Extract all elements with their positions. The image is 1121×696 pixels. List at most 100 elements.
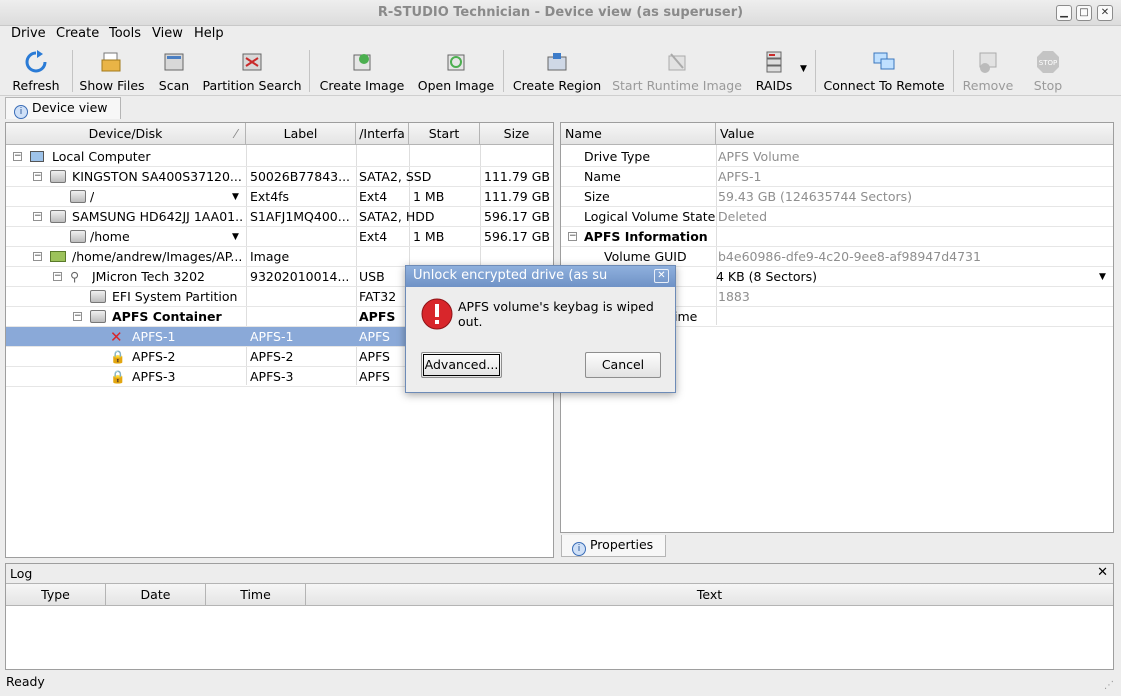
computer-icon bbox=[30, 151, 44, 162]
connect-to-remote-icon bbox=[873, 52, 895, 70]
hdd-icon bbox=[50, 210, 66, 223]
info-icon: i bbox=[572, 542, 586, 556]
tree-row-image-file[interactable]: − /home/andrew/Images/AP... Image bbox=[6, 247, 553, 267]
tree-row-root-partition[interactable]: / ▼ Ext4fs Ext4 1 MB 111.79 GB bbox=[6, 187, 553, 207]
dialog-close-icon[interactable]: ✕ bbox=[654, 269, 669, 283]
show-files-icon bbox=[101, 52, 121, 72]
refresh-icon bbox=[25, 50, 47, 73]
stop-icon: STOP bbox=[1037, 51, 1059, 73]
tree-row-kingston[interactable]: − KINGSTON SA400S37120... 50026B77843...… bbox=[6, 167, 553, 187]
error-icon bbox=[421, 298, 453, 330]
resize-grip-icon[interactable]: ⋰ bbox=[1104, 680, 1114, 691]
property-logical-volume-state[interactable]: Logical Volume State Deleted bbox=[561, 207, 1113, 227]
property-group-apfs-information[interactable]: − APFS Information bbox=[561, 227, 1113, 247]
usb-icon: ⚲ bbox=[70, 269, 80, 284]
start-runtime-image-icon bbox=[668, 53, 686, 71]
raids-dropdown-arrow-icon[interactable]: ▼ bbox=[800, 64, 807, 74]
show-files-button[interactable]: Show Files bbox=[78, 48, 146, 94]
close-log-icon[interactable]: ✕ bbox=[1097, 565, 1108, 580]
log-column-date[interactable]: Date bbox=[106, 584, 206, 606]
tab-device-view[interactable]: i Device view bbox=[5, 97, 121, 119]
info-icon: i bbox=[14, 105, 28, 119]
container-icon bbox=[90, 310, 106, 323]
collapse-icon[interactable]: − bbox=[73, 312, 82, 321]
deleted-volume-icon: ✕ bbox=[110, 328, 123, 346]
advanced-button[interactable]: Advanced... bbox=[421, 352, 502, 378]
menu-bar: Drive Create Tools View Help bbox=[0, 26, 1121, 46]
create-image-icon bbox=[353, 54, 371, 71]
maximize-button[interactable]: □ bbox=[1076, 5, 1092, 21]
stop-button[interactable]: STOP Stop bbox=[1026, 48, 1070, 94]
partition-icon bbox=[70, 190, 86, 203]
tab-properties[interactable]: i Properties bbox=[561, 535, 666, 557]
close-button[interactable]: ✕ bbox=[1097, 5, 1113, 21]
column-value[interactable]: Value bbox=[716, 123, 1113, 145]
menu-tools[interactable]: Tools bbox=[109, 26, 141, 41]
scan-button[interactable]: Scan bbox=[155, 48, 193, 94]
window-title: R-STUDIO Technician - Device view (as su… bbox=[377, 5, 744, 20]
cancel-button[interactable]: Cancel bbox=[585, 352, 661, 378]
dropdown-arrow-icon[interactable]: ▼ bbox=[1099, 267, 1106, 287]
dialog-title: Unlock encrypted drive (as su bbox=[413, 268, 608, 283]
partition-icon bbox=[70, 230, 86, 243]
log-column-text[interactable]: Text bbox=[306, 584, 1113, 606]
create-region-button[interactable]: Create Region bbox=[511, 48, 603, 94]
dialog-message: APFS volume's keybag is wiped out. bbox=[458, 299, 654, 329]
tree-row-local-computer[interactable]: − Local Computer bbox=[6, 147, 553, 167]
menu-view[interactable]: View bbox=[152, 26, 183, 41]
partition-search-icon bbox=[242, 53, 262, 71]
status-text: Ready bbox=[6, 674, 45, 689]
create-region-icon bbox=[547, 53, 567, 71]
lock-icon: 🔒 bbox=[110, 369, 126, 384]
log-column-type[interactable]: Type bbox=[6, 584, 106, 606]
remove-button[interactable]: Remove bbox=[960, 48, 1016, 94]
log-column-time[interactable]: Time bbox=[206, 584, 306, 606]
collapse-icon[interactable]: − bbox=[13, 152, 22, 161]
image-file-icon bbox=[50, 251, 66, 262]
menu-help[interactable]: Help bbox=[194, 26, 224, 41]
open-image-button[interactable]: Open Image bbox=[415, 48, 497, 94]
create-image-button[interactable]: Create Image bbox=[317, 48, 407, 94]
property-size[interactable]: Size 59.43 GB (124635744 Sectors) bbox=[561, 187, 1113, 207]
column-device-disk[interactable]: Device/Disk ⁄ bbox=[6, 123, 246, 145]
ssd-icon bbox=[50, 170, 66, 183]
column-size[interactable]: Size bbox=[480, 123, 553, 145]
menu-create[interactable]: Create bbox=[56, 26, 99, 41]
minimize-button[interactable]: ▁ bbox=[1056, 5, 1072, 21]
dialog-title-bar: Unlock encrypted drive (as su ✕ bbox=[406, 266, 675, 287]
partition-search-button[interactable]: Partition Search bbox=[202, 48, 302, 94]
property-drive-type[interactable]: Drive Type APFS Volume bbox=[561, 147, 1113, 167]
property-volume-guid[interactable]: Volume GUID b4e60986-dfe9-4c20-9ee8-af98… bbox=[561, 247, 1113, 267]
log-title: Log bbox=[10, 566, 33, 581]
svg-text:STOP: STOP bbox=[1039, 59, 1057, 67]
raids-button[interactable]: RAIDs bbox=[751, 48, 797, 94]
connect-to-remote-button[interactable]: Connect To Remote bbox=[822, 48, 946, 94]
column-start[interactable]: Start bbox=[409, 123, 480, 145]
column-interface[interactable]: /Interfa bbox=[356, 123, 409, 145]
unlock-dialog: Unlock encrypted drive (as su ✕ APFS vol… bbox=[405, 265, 676, 393]
remove-icon bbox=[979, 52, 997, 73]
dropdown-arrow-icon[interactable]: ▼ bbox=[232, 187, 239, 207]
partition-icon bbox=[90, 290, 106, 303]
menu-drive[interactable]: Drive bbox=[11, 26, 46, 41]
refresh-button[interactable]: Refresh bbox=[8, 48, 64, 94]
scan-icon bbox=[164, 53, 184, 71]
title-bar: R-STUDIO Technician - Device view (as su… bbox=[0, 0, 1121, 26]
collapse-icon[interactable]: − bbox=[568, 232, 577, 241]
log-panel[interactable]: Log ✕ Type Date Time Text bbox=[5, 563, 1114, 670]
tree-row-home-partition[interactable]: /home ▼ Ext4 1 MB 596.17 GB bbox=[6, 227, 553, 247]
collapse-icon[interactable]: − bbox=[33, 172, 42, 181]
column-name[interactable]: Name bbox=[561, 123, 716, 145]
open-image-icon bbox=[447, 54, 465, 71]
raids-icon bbox=[766, 51, 782, 73]
lock-icon: 🔒 bbox=[110, 349, 126, 364]
column-label[interactable]: Label bbox=[246, 123, 356, 145]
start-runtime-image-button[interactable]: Start Runtime Image bbox=[611, 48, 743, 94]
collapse-icon[interactable]: − bbox=[33, 252, 42, 261]
dropdown-arrow-icon[interactable]: ▼ bbox=[232, 227, 239, 247]
collapse-icon[interactable]: − bbox=[53, 272, 62, 281]
property-name[interactable]: Name APFS-1 bbox=[561, 167, 1113, 187]
tab-bar: i Device view bbox=[0, 97, 1121, 119]
tree-row-samsung[interactable]: − SAMSUNG HD642JJ 1AA01... S1AFJ1MQ400..… bbox=[6, 207, 553, 227]
collapse-icon[interactable]: − bbox=[33, 212, 42, 221]
